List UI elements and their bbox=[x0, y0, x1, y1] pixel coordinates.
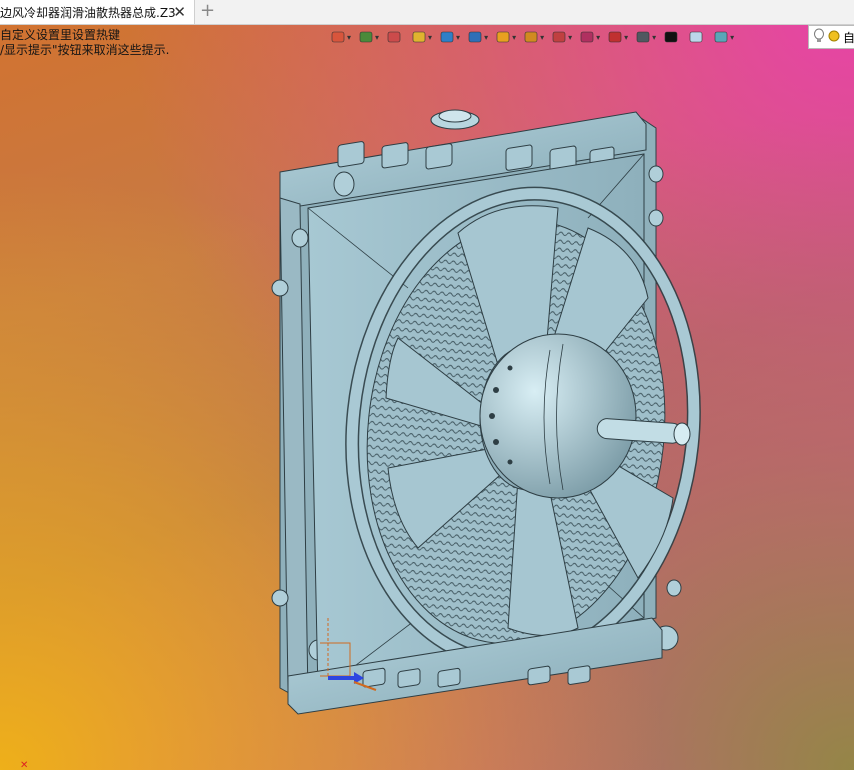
document-tab-title: 边风冷却器润滑油散热器总成.Z3 bbox=[0, 5, 176, 20]
line-color-tool[interactable] bbox=[663, 29, 679, 45]
solid-tool[interactable]: ▾ bbox=[439, 29, 464, 45]
view-icon bbox=[551, 29, 567, 45]
tab-bar: 边风冷却器润滑油散热器总成.Z3 ✕ + bbox=[0, 0, 854, 25]
measure-icon bbox=[607, 29, 623, 45]
chevron-down-icon[interactable]: ▾ bbox=[428, 33, 432, 42]
zoom-icon bbox=[523, 29, 539, 45]
chevron-down-icon[interactable]: ▾ bbox=[456, 33, 460, 42]
part-tool[interactable]: ▾ bbox=[411, 29, 436, 45]
display-icon bbox=[635, 29, 651, 45]
chevron-down-icon[interactable]: ▾ bbox=[596, 33, 600, 42]
close-icon[interactable]: ✕ bbox=[173, 3, 186, 21]
face-color-icon bbox=[688, 29, 704, 45]
chevron-down-icon[interactable]: ▾ bbox=[540, 33, 544, 42]
chevron-down-icon[interactable]: ▾ bbox=[652, 33, 656, 42]
brush-icon bbox=[386, 29, 402, 45]
hint-text: 自定义设置里设置热键 /显示提示"按钮来取消这些提示. bbox=[0, 28, 169, 58]
paint-icon bbox=[358, 29, 374, 45]
material-icon bbox=[713, 29, 729, 45]
chevron-down-icon[interactable]: ▾ bbox=[624, 33, 628, 42]
zoom-tool[interactable]: ▾ bbox=[523, 29, 548, 45]
new-tab-button[interactable]: + bbox=[200, 1, 215, 21]
view-toolbar: ▾ ▾ ▾ ▾ ▾ ▾ ▾ ▾ ▾ ▾ ▾ ▾ bbox=[330, 26, 738, 48]
material-tool[interactable]: ▾ bbox=[713, 29, 738, 45]
section-icon bbox=[579, 29, 595, 45]
chevron-down-icon[interactable]: ▾ bbox=[484, 33, 488, 42]
chevron-down-icon[interactable]: ▾ bbox=[512, 33, 516, 42]
solid-icon bbox=[439, 29, 455, 45]
view-tool[interactable]: ▾ bbox=[551, 29, 576, 45]
import-tool[interactable]: ▾ bbox=[330, 29, 355, 45]
brush-tool[interactable] bbox=[386, 29, 402, 45]
line-color-icon bbox=[663, 29, 679, 45]
hint-line-1: 自定义设置里设置热键 bbox=[0, 28, 121, 42]
light-dot-icon bbox=[828, 30, 840, 45]
assembly-tool[interactable]: ▾ bbox=[467, 29, 492, 45]
chevron-down-icon[interactable]: ▾ bbox=[730, 33, 734, 42]
assembly-icon bbox=[467, 29, 483, 45]
measure-tool[interactable]: ▾ bbox=[607, 29, 632, 45]
chevron-down-icon[interactable]: ▾ bbox=[568, 33, 572, 42]
chevron-down-icon[interactable]: ▾ bbox=[375, 33, 379, 42]
render-tool[interactable]: ▾ bbox=[495, 29, 520, 45]
light-label: 自 bbox=[843, 30, 854, 45]
bulb-icon bbox=[813, 28, 825, 47]
section-tool[interactable]: ▾ bbox=[579, 29, 604, 45]
document-tab[interactable]: 边风冷却器润滑油散热器总成.Z3 ✕ bbox=[0, 0, 195, 24]
chevron-down-icon[interactable]: ▾ bbox=[347, 33, 351, 42]
light-selector[interactable]: 自 bbox=[808, 25, 854, 49]
radiator-fan-model[interactable] bbox=[258, 98, 718, 718]
hint-line-2: /显示提示"按钮来取消这些提示. bbox=[0, 43, 170, 57]
face-color-tool[interactable] bbox=[688, 29, 704, 45]
part-icon bbox=[411, 29, 427, 45]
origin-marker: ✕ bbox=[20, 760, 29, 771]
import-icon bbox=[330, 29, 346, 45]
display-tool[interactable]: ▾ bbox=[635, 29, 660, 45]
paint-tool[interactable]: ▾ bbox=[358, 29, 383, 45]
render-icon bbox=[495, 29, 511, 45]
